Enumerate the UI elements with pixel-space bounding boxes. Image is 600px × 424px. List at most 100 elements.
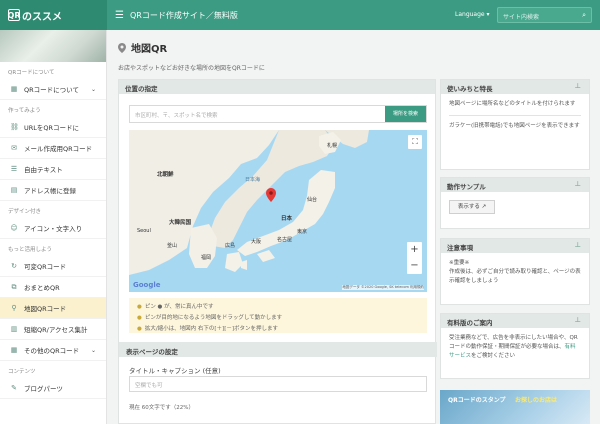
site-title[interactable]: QRコード作成サイト／無料版: [130, 10, 238, 21]
map-land: [129, 130, 369, 275]
logo-text: のススメ: [22, 11, 62, 23]
map-hints: ● ピン ● が、常に真ん中です ● ピンが目的地になるよう地図をドラッグして動かし…: [129, 298, 427, 333]
sidebar-group-heading: 作ってみよう: [8, 108, 41, 114]
hint-item: ● ピンが目的地になるよう地図をドラッグして動かします: [137, 315, 283, 321]
page-title-text: 地図QR: [131, 44, 168, 55]
google-logo[interactable]: Google: [133, 281, 161, 289]
sidebar-item[interactable]: ☺ アイコン・文字入り: [0, 218, 106, 239]
notes-card: 注意事項 ⊥ ※重要※ 作成後は、必ずご自分で読み取り確認と、ページの表示確認をし…: [440, 238, 590, 305]
map-label-japan: 日本: [281, 216, 293, 222]
map-label-south-korea: 大韓民国: [169, 220, 192, 226]
paid-card-heading: 有料版のご案内 ⊥: [441, 314, 589, 328]
paid-text: 受注業務などで、広告を非表示にしたい場合や、QRコードの動作保証・期間保証が必要…: [449, 335, 578, 359]
sidebar-item[interactable]: ↻ 可変QRコード: [0, 256, 106, 277]
zoom-controls: + −: [407, 242, 422, 274]
language-selector[interactable]: Language ▾: [455, 11, 490, 18]
sidebar-item-label: 地図QRコード: [24, 305, 67, 313]
sidebar-item-label: 可変QRコード: [24, 263, 67, 271]
sidebar-item[interactable]: ✎ ブログパーツ: [0, 378, 106, 399]
site-logo[interactable]: QR のススメ: [0, 0, 107, 30]
sidebar-item[interactable]: ⚲ 地図QRコード: [0, 298, 106, 319]
map-pin-icon: ⚲: [11, 304, 17, 312]
pin-icon: ⊥: [574, 241, 581, 249]
sidebar-group-heading: もっと活用しよう: [8, 247, 53, 253]
sidebar-item-label: アドレス帳に登録: [24, 187, 76, 195]
pin-icon: ⊥: [574, 180, 581, 188]
show-sample-button[interactable]: 表示する ↗: [449, 200, 495, 214]
sidebar-group-heading: QRコードについて: [8, 70, 55, 76]
map-label-seoul: Seoul: [137, 228, 151, 234]
sidebar-item[interactable]: ▦ QRコードについて ⌄: [0, 79, 106, 100]
grid-icon: ▦: [10, 346, 18, 354]
sidebar-item[interactable]: ▥ 短縮QR/アクセス集計: [0, 319, 106, 340]
address-search-input[interactable]: 市区町村、〒、スポット名で検索: [130, 106, 426, 124]
map-label-nagoya: 名古屋: [277, 237, 293, 243]
chart-icon: ▥: [10, 325, 18, 333]
sidebar-banner-image: [0, 30, 106, 62]
hint-item: ● 拡大/縮小は、地図内 右下の[＋][－]ボタンを押します: [137, 326, 278, 332]
hint-item: ● ピン ● が、常に真ん中です: [137, 304, 214, 310]
map-label-fukuoka: 福岡: [201, 255, 212, 261]
page-subtitle: お店やスポットなどお好きな場所の地図をQRコードに: [118, 65, 265, 72]
contact-icon: ▤: [10, 186, 18, 194]
notes-card-heading: 注意事項 ⊥: [441, 239, 589, 253]
map-attribution[interactable]: 地図データ ©2020 Google, SK telecom 利用規約: [342, 285, 424, 290]
pin-icon: ⊥: [574, 316, 581, 324]
search-location-button[interactable]: 場所を検索: [385, 106, 426, 122]
map-label-busan: 釜山: [167, 243, 178, 249]
location-card-heading: 位置の指定: [119, 80, 435, 94]
map-label-sea-of-japan: 日本海: [245, 177, 261, 183]
hamburger-icon[interactable]: ☰: [115, 10, 124, 21]
caption-input[interactable]: 空欄でも可: [129, 376, 427, 392]
notes-text: ※重要※ 作成後は、必ずご自分で読み取り確認と、ページの表示確認をしましょう: [449, 260, 581, 284]
sidebar: QRコードについて ▦ QRコードについて ⌄ 作ってみよう ⛓ URLをQRコードに ✉ メー…: [0, 30, 107, 424]
usage-card: 使いみちと特長 ⊥ 地図ページに場所名などのタイトルを付けられます ガラケー(旧携…: [440, 79, 590, 170]
caption-label: タイトル・キャプション (任意): [129, 367, 221, 375]
sidebar-item-label: おまとめQR: [24, 284, 60, 292]
map-pin-icon: [118, 42, 126, 53]
sidebar-item-label: 自由テキスト: [24, 166, 63, 174]
display-settings-heading: 表示ページの設定: [119, 342, 437, 357]
map-label-sapporo: 札幌: [327, 143, 338, 149]
sidebar-item[interactable]: ⛓ URLをQRコードに: [0, 117, 106, 138]
usage-text-1: 地図ページに場所名などのタイトルを付けられます: [449, 101, 576, 107]
sidebar-item[interactable]: ▦ その他のQRコード ⌄: [0, 340, 106, 361]
qr-icon: ▦: [10, 85, 18, 93]
zoom-out-button[interactable]: −: [407, 258, 422, 274]
sample-card: 動作サンプル ⊥ 表示する ↗: [440, 177, 590, 229]
ad-text: QRコードのスタンプ: [448, 397, 506, 404]
sidebar-item[interactable]: ☰ 自由テキスト: [0, 159, 106, 180]
blog-icon: ✎: [11, 384, 17, 392]
sidebar-item-label: アイコン・文字入り: [24, 225, 83, 233]
sidebar-item[interactable]: ✉ メール作成用QRコード: [0, 138, 106, 159]
location-card: 位置の指定 市区町村、〒、スポット名で検索 場所を検索 北朝鮮 大韓民国 日本 …: [118, 79, 437, 424]
logo-mark: QR: [7, 9, 21, 21]
sidebar-item[interactable]: ▤ アドレス帳に登録: [0, 180, 106, 201]
map-label-tokyo: 東京: [297, 229, 308, 235]
page-header: 地図QR お店やスポットなどお好きな場所の地図をQRコードに: [118, 40, 265, 72]
sidebar-group-heading: コンテンツ: [8, 369, 36, 375]
fullscreen-icon[interactable]: ⛶: [408, 135, 422, 149]
paid-card: 有料版のご案内 ⊥ 受注業務などで、広告を非表示にしたい場合や、QRコードの動作保…: [440, 313, 590, 379]
google-map[interactable]: 北朝鮮 大韓民国 日本 日本海 札幌 仙台 東京 名古屋 大阪 広島 福岡 Se…: [129, 130, 427, 292]
zoom-in-button[interactable]: +: [407, 242, 422, 258]
stack-icon: ⧉: [11, 283, 17, 291]
chevron-down-icon: ⌄: [90, 346, 96, 354]
sidebar-item-label: QRコードについて: [24, 86, 79, 94]
site-search-input[interactable]: サイト内検索 ⌕: [497, 7, 592, 23]
map-marker-icon[interactable]: [266, 188, 276, 202]
usage-text-2: ガラケー(旧携帯電話)でも地図ページを表示できます: [449, 123, 580, 129]
mail-icon: ✉: [11, 144, 17, 152]
refresh-icon: ↻: [11, 262, 17, 270]
map-label-north-korea: 北朝鮮: [157, 172, 174, 178]
search-icon[interactable]: ⌕: [582, 11, 586, 20]
sidebar-item-label: 短縮QR/アクセス集計: [24, 326, 88, 334]
smile-icon: ☺: [10, 224, 18, 232]
ad-banner[interactable]: QRコードのスタンプ お探しのお店は: [440, 390, 590, 424]
char-count: 現在 60文字です（22%）: [129, 405, 194, 411]
text-icon: ☰: [10, 165, 18, 173]
site-search-placeholder: サイト内検索: [503, 14, 540, 21]
sidebar-item[interactable]: ⧉ おまとめQR: [0, 277, 106, 298]
sidebar-group-heading: デザイン付き: [8, 209, 42, 215]
page-title: 地図QR: [118, 40, 265, 55]
